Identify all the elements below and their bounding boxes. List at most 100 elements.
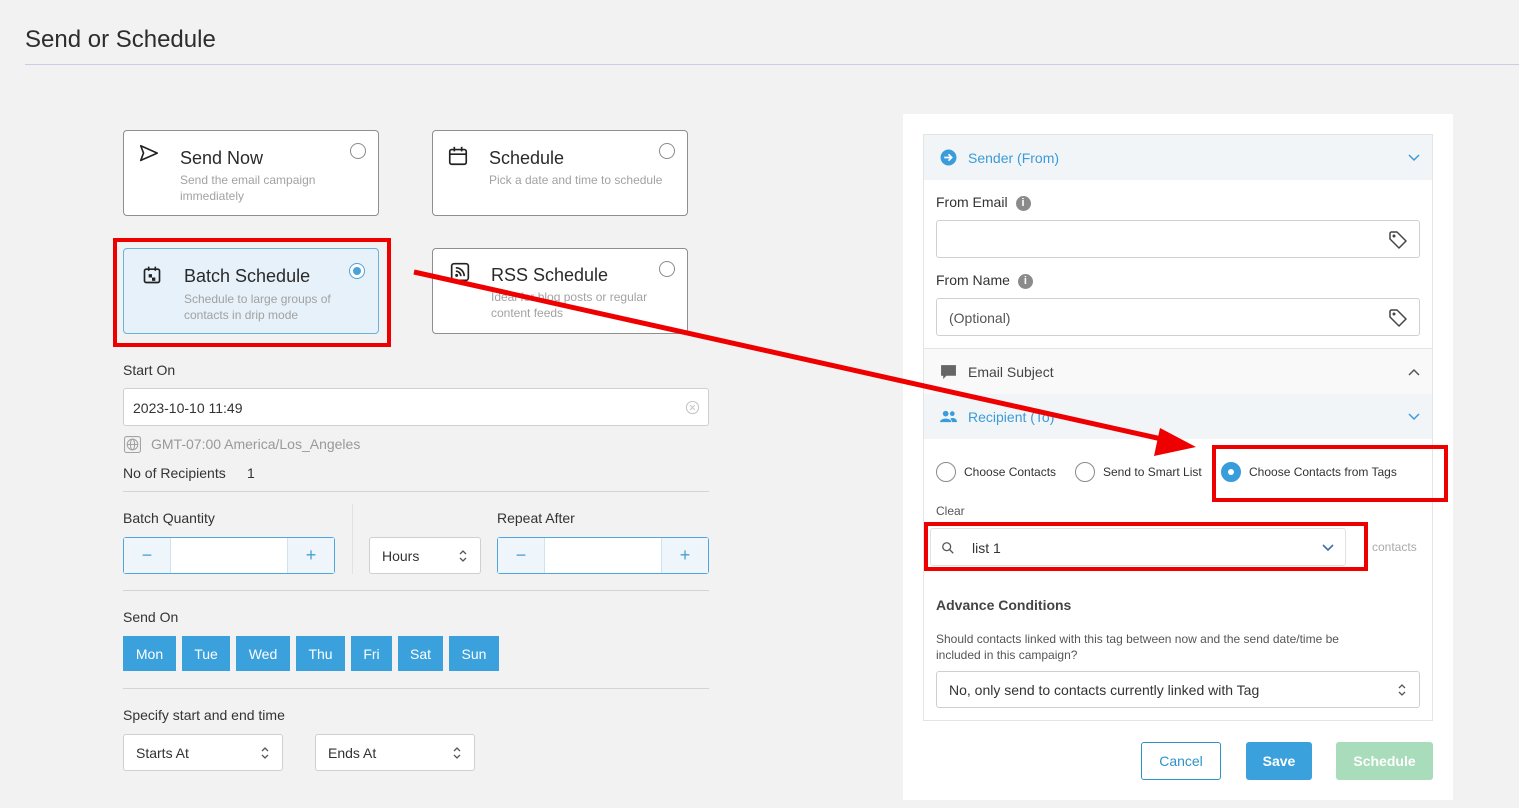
info-icon[interactable]: i — [1017, 273, 1033, 289]
day-thu[interactable]: Thu — [296, 636, 345, 671]
cancel-button[interactable]: Cancel — [1141, 742, 1221, 780]
day-fri[interactable]: Fri — [351, 636, 392, 671]
recipient-section-title: Recipient (To) — [968, 408, 1055, 425]
search-icon — [942, 542, 954, 554]
option-radio[interactable] — [659, 261, 675, 277]
day-wed[interactable]: Wed — [236, 636, 290, 671]
updown-chevron-icon — [1398, 683, 1406, 696]
title-divider — [25, 64, 1519, 65]
start-on-value: 2023-10-10 11:49 — [133, 400, 243, 416]
time-range-label: Specify start and end time — [123, 707, 285, 723]
send-on-label: Send On — [123, 609, 179, 625]
batch-quantity-value[interactable] — [170, 538, 288, 573]
updown-chevron-icon — [261, 746, 269, 759]
from-name-placeholder: (Optional) — [949, 310, 1011, 326]
recipients-label: No of Recipients — [123, 465, 226, 481]
radio-contacts-from-tags[interactable] — [1221, 462, 1241, 482]
divider — [123, 590, 709, 591]
from-email-label: From Email i — [936, 194, 1031, 211]
decrement-button[interactable]: − — [124, 538, 170, 573]
option-radio[interactable] — [659, 143, 675, 159]
option-subtitle-line: contacts in drip mode — [184, 308, 299, 322]
batch-quantity-stepper[interactable]: − + — [123, 537, 335, 574]
clear-link[interactable]: Clear — [936, 504, 965, 518]
tag-icon[interactable] — [1388, 230, 1408, 250]
from-email-input[interactable] — [936, 220, 1420, 258]
increment-button[interactable]: + — [662, 538, 708, 573]
updown-chevron-icon — [459, 549, 467, 562]
day-tue[interactable]: Tue — [182, 636, 230, 671]
day-sun[interactable]: Sun — [449, 636, 499, 671]
from-name-label: From Name i — [936, 272, 1033, 289]
timezone-text: GMT-07:00 America/Los_Angeles — [151, 436, 361, 452]
save-button[interactable]: Save — [1246, 742, 1312, 780]
decrement-button[interactable]: − — [498, 538, 544, 573]
option-subtitle-line: Ideal for blog posts or regular — [491, 290, 648, 304]
option-subtitle-line: Pick a date and time to schedule — [489, 173, 663, 187]
chevron-up-icon — [1408, 368, 1420, 376]
arrow-circle-icon — [940, 149, 957, 166]
interval-unit-value: Hours — [382, 547, 420, 564]
starts-at-value: Starts At — [136, 744, 189, 761]
option-title: Schedule — [489, 148, 565, 168]
divider — [123, 688, 709, 689]
option-send-now[interactable]: Send Now Send the email campaign immedia… — [123, 130, 379, 216]
tag-select-value: list 1 — [972, 540, 1001, 556]
updown-chevron-icon — [453, 746, 461, 759]
subject-section-title: Email Subject — [968, 363, 1054, 380]
ends-at-select[interactable]: Ends At — [315, 734, 475, 771]
day-sat[interactable]: Sat — [398, 636, 443, 671]
option-radio[interactable] — [350, 143, 366, 159]
tag-icon[interactable] — [1388, 308, 1408, 328]
chevron-down-icon — [1408, 153, 1420, 161]
option-radio[interactable] — [349, 263, 365, 279]
repeat-after-label: Repeat After — [497, 510, 575, 526]
repeat-after-value[interactable] — [544, 538, 662, 573]
repeat-after-stepper[interactable]: − + — [497, 537, 709, 574]
start-on-input[interactable]: 2023-10-10 11:49 — [123, 388, 709, 426]
chevron-down-icon — [1408, 412, 1420, 420]
tag-select[interactable]: list 1 — [930, 528, 1346, 566]
contacts-count-suffix: contacts — [1372, 540, 1417, 554]
option-schedule[interactable]: Schedule Pick a date and time to schedul… — [432, 130, 688, 216]
batch-quantity-label: Batch Quantity — [123, 510, 215, 526]
option-batch-schedule[interactable]: Batch Schedule Schedule to large groups … — [123, 248, 379, 334]
option-subtitle-line: Schedule to large groups of — [184, 292, 331, 306]
radio-smart-list[interactable] — [1075, 462, 1095, 482]
chevron-down-icon — [1322, 544, 1334, 552]
radio-label[interactable]: Choose Contacts — [964, 465, 1056, 479]
interval-unit-select[interactable]: Hours — [369, 537, 481, 574]
ends-at-value: Ends At — [328, 744, 377, 761]
schedule-button[interactable]: Schedule — [1336, 742, 1433, 780]
paper-plane-icon — [139, 144, 159, 162]
chat-bubble-icon — [941, 365, 956, 379]
clear-icon[interactable] — [685, 400, 700, 415]
advance-condition-select[interactable]: No, only send to contacts currently link… — [936, 671, 1420, 708]
option-subtitle-line: Send the email campaign — [180, 173, 316, 187]
advance-question-line: Should contacts linked with this tag bet… — [936, 632, 1339, 646]
sender-section-header[interactable]: Sender (From) — [924, 135, 1432, 180]
vertical-divider — [352, 504, 353, 574]
divider — [123, 491, 709, 492]
day-mon[interactable]: Mon — [123, 636, 176, 671]
option-title: Batch Schedule — [184, 266, 311, 286]
radio-choose-contacts[interactable] — [936, 462, 956, 482]
starts-at-select[interactable]: Starts At — [123, 734, 283, 771]
subject-section-header[interactable]: Email Subject — [924, 349, 1432, 394]
info-icon[interactable]: i — [1015, 195, 1031, 211]
recipients-count: 1 — [247, 465, 255, 481]
increment-button[interactable]: + — [288, 538, 334, 573]
advance-question-line: included in this campaign? — [936, 648, 1078, 662]
radio-label[interactable]: Send to Smart List — [1103, 465, 1202, 479]
advance-conditions-title: Advance Conditions — [936, 597, 1072, 613]
from-email-label-text: From Email — [936, 194, 1008, 210]
page-title: Send or Schedule — [25, 26, 216, 53]
option-rss-schedule[interactable]: RSS Schedule Ideal for blog posts or reg… — [432, 248, 688, 334]
radio-label[interactable]: Choose Contacts from Tags — [1249, 465, 1397, 479]
from-name-label-text: From Name — [936, 272, 1010, 288]
from-name-input[interactable]: (Optional) — [936, 298, 1420, 336]
option-subtitle-line: content feeds — [491, 306, 564, 320]
sender-section-title: Sender (From) — [968, 149, 1060, 166]
recipient-section-header[interactable]: Recipient (To) — [924, 394, 1432, 439]
option-subtitle-line: immediately — [180, 189, 245, 203]
